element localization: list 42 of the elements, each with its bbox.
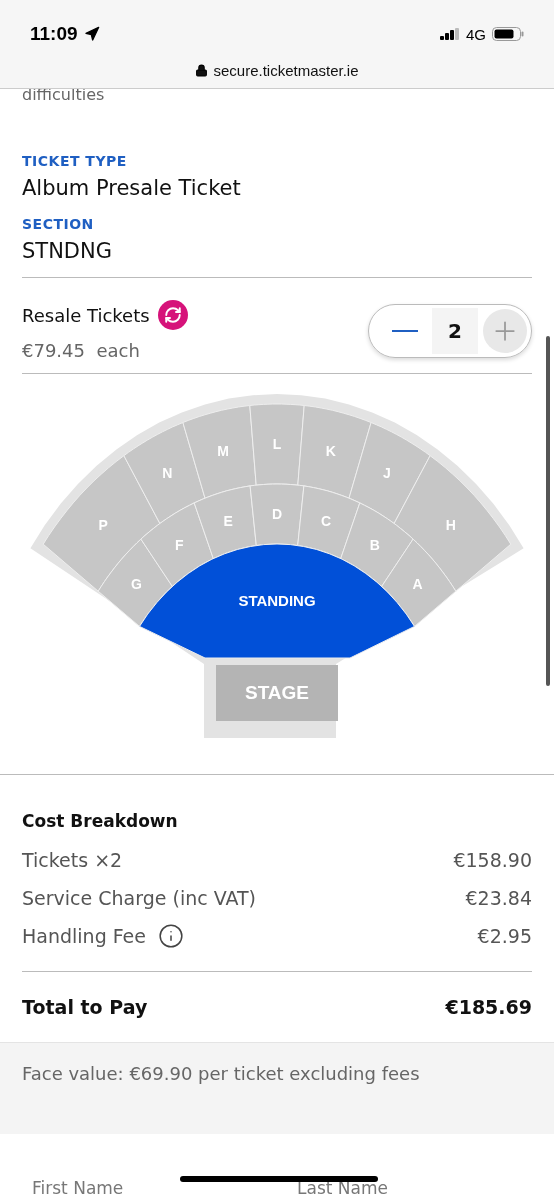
field-label: TICKET TYPE xyxy=(22,153,128,169)
section-heading: Cost Breakdown xyxy=(22,811,179,831)
seat-section[interactable]: A xyxy=(381,538,457,627)
seat-section[interactable]: B xyxy=(340,502,414,587)
lock-icon xyxy=(195,64,209,77)
cost-label: Handling Fee xyxy=(22,925,146,947)
cost-label: Service Charge (inc VAT) xyxy=(22,887,257,909)
total-label: Total to Pay xyxy=(22,996,148,1018)
battery-icon xyxy=(492,27,524,41)
clock-time: 11:09 xyxy=(30,23,78,45)
field-label: First Name xyxy=(32,1178,124,1198)
seat-section[interactable]: C xyxy=(297,485,361,560)
field-label: Last Name xyxy=(297,1178,388,1198)
seat-section[interactable]: F xyxy=(140,502,214,587)
stage: STAGE xyxy=(216,665,338,721)
seat-section[interactable]: E xyxy=(193,485,257,560)
cost-amount: €23.84 xyxy=(465,887,532,909)
increase-button[interactable] xyxy=(483,308,527,353)
cost-amount: €2.95 xyxy=(477,925,532,947)
network-type: 4G xyxy=(466,25,486,43)
face-value-note: Face value: €69.90 per ticket excluding fees xyxy=(22,1063,420,1084)
seat-section[interactable]: N xyxy=(123,422,206,524)
seat-section[interactable]: L xyxy=(249,403,305,486)
section-value: STNDNG xyxy=(22,239,114,263)
location-arrow-icon xyxy=(83,26,100,42)
cost-label: Tickets ×2 xyxy=(22,849,123,871)
minus-icon xyxy=(392,329,418,332)
ticket-type-value: Album Presale Ticket xyxy=(22,176,242,200)
total-amount: €185.69 xyxy=(445,996,532,1018)
info-icon[interactable] xyxy=(158,923,184,949)
listing-title: Resale Tickets xyxy=(22,304,150,326)
signal-icon xyxy=(440,28,460,40)
seat-section[interactable]: J xyxy=(348,422,431,524)
cost-amount: €158.90 xyxy=(453,849,532,871)
seat-section[interactable]: G xyxy=(97,538,173,627)
field-label: SECTION xyxy=(22,216,95,232)
resale-icon xyxy=(157,300,188,330)
quantity-value: 2 xyxy=(432,307,478,354)
seat-section[interactable]: K xyxy=(297,405,372,499)
seat-section[interactable]: M xyxy=(182,405,257,499)
page-url[interactable]: secure.ticketmaster.ie xyxy=(213,62,359,79)
ticket-price: €79.45 each xyxy=(22,340,141,361)
